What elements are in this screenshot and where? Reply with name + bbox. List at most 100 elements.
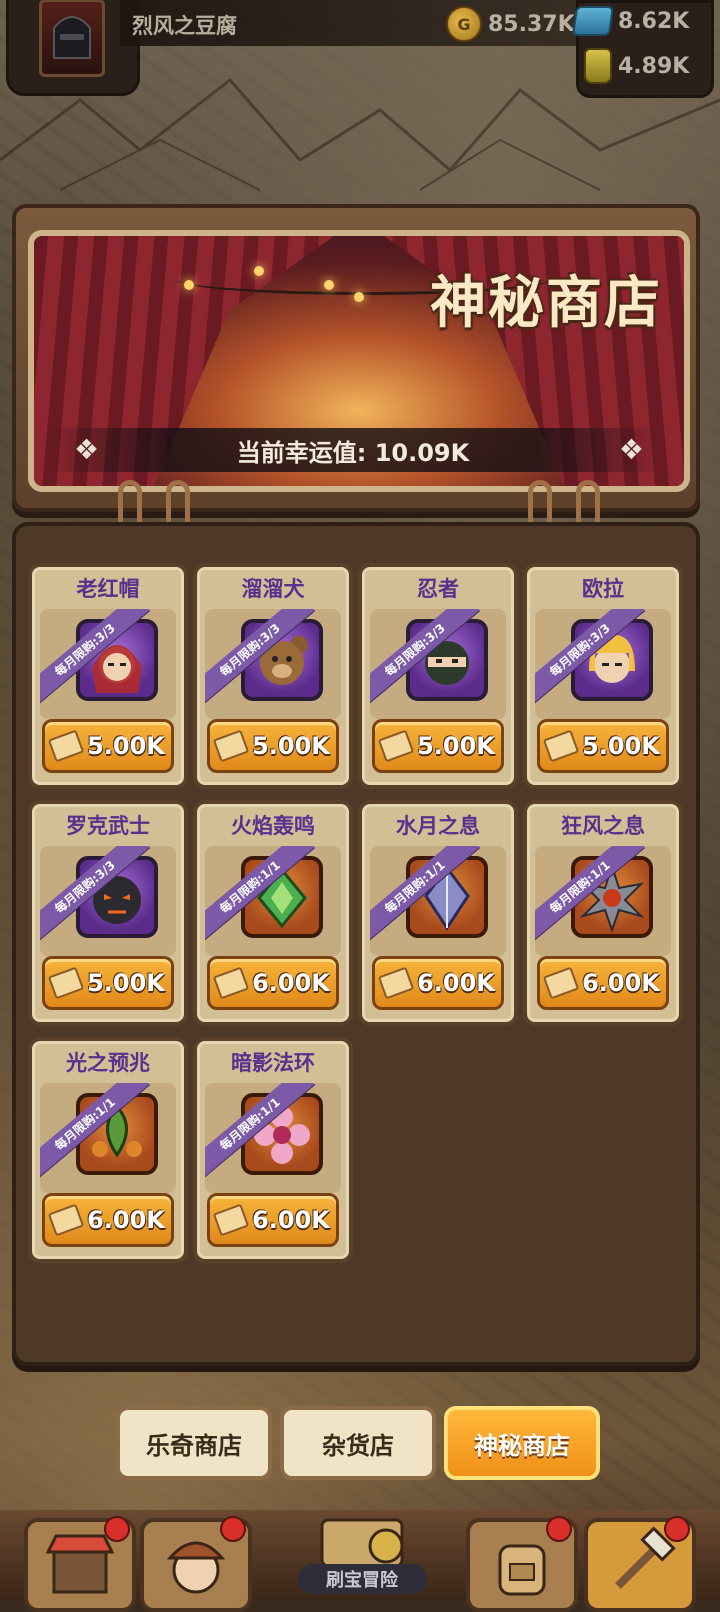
item-price: 5.00K <box>87 969 165 997</box>
tab-label: 神秘商店 <box>474 1431 570 1460</box>
nav-treasure-adventure[interactable]: 刷宝冒险 <box>262 1510 462 1600</box>
nav-shop-stall[interactable] <box>24 1516 136 1612</box>
ornament-left-icon: ❖ <box>74 433 100 466</box>
item-display: 每月限购:3/3 <box>40 609 176 719</box>
item-price: 5.00K <box>87 732 165 760</box>
gold-resource[interactable]: G 85.37K <box>446 6 575 42</box>
light-bulb <box>254 266 264 276</box>
item-price: 5.00K <box>582 732 660 760</box>
item-name: 老红帽 <box>76 577 140 601</box>
potion-amount: 4.89K <box>618 53 690 79</box>
item-price: 5.00K <box>417 732 495 760</box>
luck-value: 当前幸运值: 10.09K <box>236 438 470 467</box>
item-display: 每月限购:3/3 <box>205 609 341 719</box>
ticket-icon <box>212 1203 250 1237</box>
item-price: 6.00K <box>252 1206 330 1234</box>
buy-button[interactable]: 5.00K <box>42 719 174 773</box>
shop-item-card[interactable]: 水月之息每月限购:1/1 6.00K <box>358 800 518 1026</box>
shop-item-card[interactable]: 溜溜犬每月限购:3/3 5.00K <box>193 563 353 789</box>
ornament-right-icon: ❖ <box>618 433 644 466</box>
buy-button[interactable]: 5.00K <box>537 719 669 773</box>
ticket-icon <box>212 966 250 1000</box>
item-name: 欧拉 <box>582 577 624 601</box>
potion-jar-icon <box>584 48 612 84</box>
item-display: 每月限购:1/1 <box>40 1083 176 1193</box>
item-name: 狂风之息 <box>561 814 645 838</box>
notification-badge <box>546 1516 572 1542</box>
tab-leqi-shop[interactable]: 乐奇商店 <box>116 1406 272 1480</box>
shop-item-card[interactable]: 忍者每月限购:3/3 5.00K <box>358 563 518 789</box>
notification-badge <box>220 1516 246 1542</box>
item-price: 5.00K <box>252 732 330 760</box>
light-bulb <box>354 292 364 302</box>
buy-button[interactable]: 6.00K <box>537 956 669 1010</box>
gold-amount: 85.37K <box>488 11 575 37</box>
item-name: 忍者 <box>417 577 459 601</box>
top-bar: 烈风之豆腐 G 85.37K 8.62K 4.89K <box>0 0 720 98</box>
gem-amount: 8.62K <box>618 8 690 34</box>
shop-item-card[interactable]: 暗影法环每月限购:1/1 6.00K <box>193 1037 353 1263</box>
potion-resource[interactable]: 4.89K <box>584 48 689 84</box>
gold-coin-icon: G <box>446 6 482 42</box>
banner-title: 神秘商店 <box>430 271 662 336</box>
buy-button[interactable]: 6.00K <box>42 1193 174 1247</box>
item-name: 暗影法环 <box>231 1051 315 1075</box>
player-name: 烈风之豆腐 <box>132 14 237 38</box>
item-display: 每月限购:1/1 <box>205 846 341 956</box>
shop-item-card[interactable]: 火焰轰鸣每月限购:1/1 6.00K <box>193 800 353 1026</box>
shop-item-card[interactable]: 欧拉每月限购:3/3 5.00K <box>523 563 683 789</box>
buy-button[interactable]: 5.00K <box>42 956 174 1010</box>
item-price: 6.00K <box>582 969 660 997</box>
ticket-icon <box>542 966 580 1000</box>
notification-badge <box>104 1516 130 1542</box>
buy-button[interactable]: 5.00K <box>372 719 504 773</box>
buy-button[interactable]: 6.00K <box>372 956 504 1010</box>
shop-item-card[interactable]: 老红帽每月限购:3/3 5.00K <box>28 563 188 789</box>
item-name: 光之预兆 <box>66 1051 150 1075</box>
nav-crafting[interactable] <box>584 1516 696 1612</box>
ticket-icon <box>47 1203 85 1237</box>
gem-resource[interactable]: 8.62K <box>571 6 690 36</box>
item-display: 每月限购:1/1 <box>535 846 671 956</box>
item-price: 6.00K <box>87 1206 165 1234</box>
tab-label: 乐奇商店 <box>146 1431 242 1460</box>
item-price: 6.00K <box>252 969 330 997</box>
nav-center-label: 刷宝冒险 <box>298 1564 426 1594</box>
item-display: 每月限购:3/3 <box>370 609 506 719</box>
gem-icon <box>571 6 615 36</box>
ticket-icon <box>542 729 580 763</box>
nav-backpack[interactable] <box>466 1516 578 1612</box>
buy-button[interactable]: 6.00K <box>207 956 339 1010</box>
ticket-icon <box>377 966 415 1000</box>
buy-button[interactable]: 6.00K <box>207 1193 339 1247</box>
item-name: 火焰轰鸣 <box>231 814 315 838</box>
nav-heroes[interactable] <box>140 1516 252 1612</box>
ticket-icon <box>377 729 415 763</box>
item-name: 溜溜犬 <box>241 577 305 601</box>
ticket-icon <box>212 729 250 763</box>
ticket-icon <box>47 729 85 763</box>
item-display: 每月限购:1/1 <box>370 846 506 956</box>
item-display: 每月限购:3/3 <box>40 846 176 956</box>
item-display: 每月限购:3/3 <box>535 609 671 719</box>
shop-item-card[interactable]: 狂风之息每月限购:1/1 6.00K <box>523 800 683 1026</box>
item-display: 每月限购:1/1 <box>205 1083 341 1193</box>
buy-button[interactable]: 5.00K <box>207 719 339 773</box>
item-name: 罗克武士 <box>66 814 150 838</box>
ticket-icon <box>47 966 85 1000</box>
notification-badge <box>664 1516 690 1542</box>
shop-banner: 神秘商店 当前幸运值: 10.09K ❖ ❖ <box>28 230 690 492</box>
tab-label: 杂货店 <box>322 1431 394 1460</box>
knight-helmet-icon <box>53 16 91 59</box>
tab-mystery-shop[interactable]: 神秘商店 <box>444 1406 600 1480</box>
item-price: 6.00K <box>417 969 495 997</box>
shop-item-card[interactable]: 光之预兆每月限购:1/1 6.00K <box>28 1037 188 1263</box>
item-name: 水月之息 <box>396 814 480 838</box>
compass-map-icon <box>320 1518 404 1568</box>
light-bulb <box>184 280 194 290</box>
tab-grocery-shop[interactable]: 杂货店 <box>280 1406 436 1480</box>
luck-bar: 当前幸运值: 10.09K <box>46 428 660 472</box>
player-avatar[interactable] <box>39 0 105 77</box>
shop-item-card[interactable]: 罗克武士每月限购:3/3 5.00K <box>28 800 188 1026</box>
light-bulb <box>324 280 334 290</box>
